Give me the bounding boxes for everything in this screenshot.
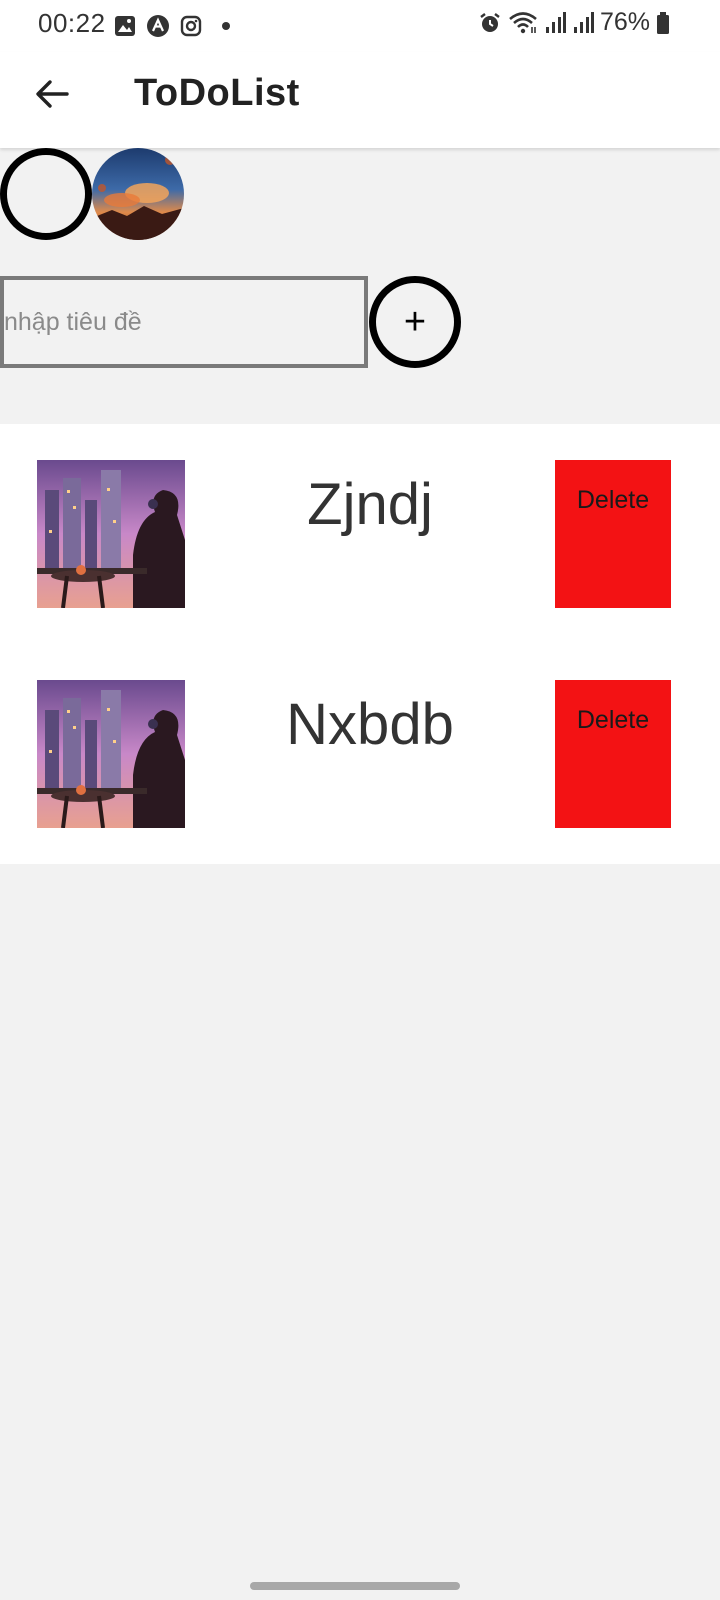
- todo-thumbnail: [37, 460, 185, 608]
- page-title: ToDoList: [134, 72, 300, 114]
- delete-button[interactable]: Delete: [555, 680, 671, 828]
- delete-button[interactable]: Delete: [555, 460, 671, 608]
- battery-text: 76%: [599, 8, 650, 36]
- signal-icon: [572, 11, 594, 35]
- instagram-icon: [180, 15, 202, 37]
- status-time: 00:22: [38, 8, 106, 38]
- title-input[interactable]: [0, 276, 368, 368]
- todo-list: Zjndj Delete Nxbdb Delete: [0, 424, 720, 864]
- todo-title: Nxbdb: [286, 692, 454, 757]
- avatar[interactable]: [92, 148, 184, 240]
- avatar-row: [0, 148, 184, 240]
- arrow-left-icon: [35, 79, 69, 114]
- home-gesture-bar[interactable]: [250, 1582, 460, 1590]
- todo-thumbnail: [37, 680, 185, 828]
- list-item: Nxbdb Delete: [0, 680, 720, 828]
- app-a-icon: [146, 14, 170, 38]
- system-status: 76%: [478, 8, 670, 37]
- todo-title: Zjndj: [307, 472, 433, 537]
- add-button[interactable]: +: [369, 276, 461, 368]
- alarm-icon: [478, 11, 502, 35]
- notification-icons: [114, 14, 236, 38]
- dot-icon: [212, 15, 236, 37]
- signal-icon: [544, 11, 566, 35]
- list-item: Zjndj Delete: [0, 460, 720, 608]
- back-button[interactable]: [30, 74, 74, 118]
- status-bar: 00:22 76%: [0, 0, 720, 52]
- battery-icon: [656, 11, 670, 35]
- empty-avatar[interactable]: [0, 148, 92, 240]
- gallery-icon: [114, 15, 136, 37]
- wifi-icon: [508, 11, 538, 35]
- app-bar: ToDoList: [0, 52, 720, 148]
